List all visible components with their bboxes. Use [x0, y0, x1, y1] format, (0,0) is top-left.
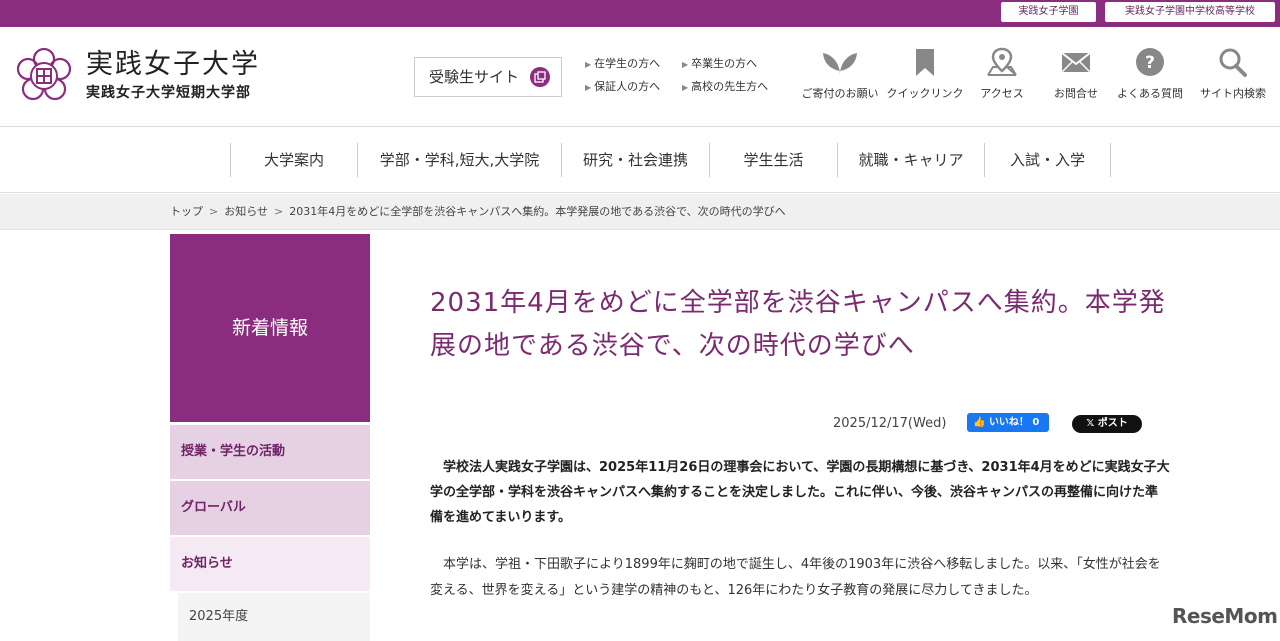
donation-link[interactable]: ご寄付のお願い — [795, 47, 885, 107]
alumni-link[interactable]: ▶ 卒業生の方へ — [682, 57, 757, 72]
global-nav: 大学案内 学部・学科,短大,大学院 研究・社会連携 学生生活 就職・キャリア 入… — [0, 128, 1280, 193]
x-logo-icon: 𝕏 — [1086, 418, 1095, 429]
breadcrumb-separator: > — [209, 205, 219, 218]
article-title: 2031年4月をめどに全学部を渋谷キャンパスへ集約。本学発展の地である渋谷で、次… — [430, 288, 1166, 361]
sidebar-item-global[interactable]: グローバル — [170, 481, 370, 535]
breadcrumb: トップ > お知らせ >2031年4月をめどに全学部を渋谷キャンパスへ集約。本学発展の… — [0, 194, 1280, 230]
article-paragraph: 本学は、学祖・下田歌子により1899年に麹町の地で誕生し、4年後の1903年に渋… — [430, 557, 1161, 598]
sidebar-item-classes[interactable]: 授業・学生の活動 — [170, 425, 370, 479]
mail-icon — [1061, 52, 1091, 73]
triangle-right-icon: ▶ — [682, 83, 689, 92]
nav-student-life[interactable]: 学生生活 — [709, 143, 837, 177]
thumbs-up-icon: 👍 — [973, 417, 986, 428]
sidebar-item-news[interactable]: お知らせ — [170, 537, 370, 591]
guardians-link[interactable]: ▶ 保証人の方へ — [585, 80, 660, 95]
article-date: 2025/12/17(Wed) — [833, 416, 947, 431]
breadcrumb-news[interactable]: お知らせ — [224, 205, 268, 218]
gakuen-link[interactable]: 実践女子学園 — [1001, 2, 1096, 22]
article-lead: 学校法人実践女子学園は、2025年11月26日の理事会において、学園の長期構想に… — [430, 460, 1170, 525]
nav-about[interactable]: 大学案内 — [230, 143, 357, 177]
breadcrumb-separator: > — [274, 205, 284, 218]
exam-site-button[interactable]: 受験生サイト — [414, 57, 562, 97]
triangle-right-icon: ▶ — [682, 60, 689, 69]
high-school-teachers-link[interactable]: ▶ 高校の先生方へ — [682, 80, 768, 95]
resemom-watermark-logo: ReseMom — [1172, 604, 1278, 628]
junior-high-link[interactable]: 実践女子学園中学校高等学校 — [1105, 2, 1275, 22]
current-students-link[interactable]: ▶ 在学生の方へ — [585, 57, 660, 72]
nav-research[interactable]: 研究・社会連携 — [561, 143, 709, 177]
triangle-right-icon: ▶ — [585, 60, 592, 69]
external-link-icon — [530, 67, 550, 87]
faq-link[interactable]: ? よくある質問 — [1105, 47, 1195, 107]
nav-admissions[interactable]: 入試・入学 — [984, 143, 1111, 177]
nav-career[interactable]: 就職・キャリア — [837, 143, 984, 177]
site-search-link[interactable]: サイト内検索 — [1188, 47, 1278, 107]
university-name[interactable]: 実践女子大学 — [86, 49, 260, 81]
breadcrumb-top[interactable]: トップ — [170, 205, 203, 218]
university-crest-logo[interactable] — [15, 47, 73, 105]
map-pin-icon — [987, 47, 1017, 76]
bookmark-icon — [916, 49, 934, 76]
breadcrumb-current: 2031年4月をめどに全学部を渋谷キャンパスへ集約。本学発展の地である渋谷で、次… — [289, 205, 786, 218]
leaf-icon — [823, 53, 857, 75]
triangle-right-icon: ▶ — [585, 83, 592, 92]
question-icon: ? — [1136, 48, 1164, 76]
junior-college-name[interactable]: 実践女子大学短期大学部 — [86, 84, 251, 102]
sidebar-subitem-2025[interactable]: 2025年度 — [178, 593, 370, 641]
exam-site-label: 受験生サイト — [429, 68, 520, 86]
top-bar: 実践女子学園 実践女子学園中学校高等学校 — [0, 0, 1280, 27]
search-icon — [1219, 48, 1247, 77]
facebook-like-button[interactable]: 👍 いいね！ 0 — [967, 413, 1049, 432]
svg-text:?: ? — [1145, 53, 1155, 73]
nav-faculties[interactable]: 学部・学科,短大,大学院 — [357, 143, 561, 177]
sidebar-heading: 新着情報 — [170, 234, 370, 422]
site-header: 実践女子大学 実践女子大学短期大学部 受験生サイト ▶ 在学生の方へ ▶ 卒業生の方… — [0, 27, 1280, 127]
x-post-button[interactable]: 𝕏 ポスト — [1072, 415, 1142, 433]
